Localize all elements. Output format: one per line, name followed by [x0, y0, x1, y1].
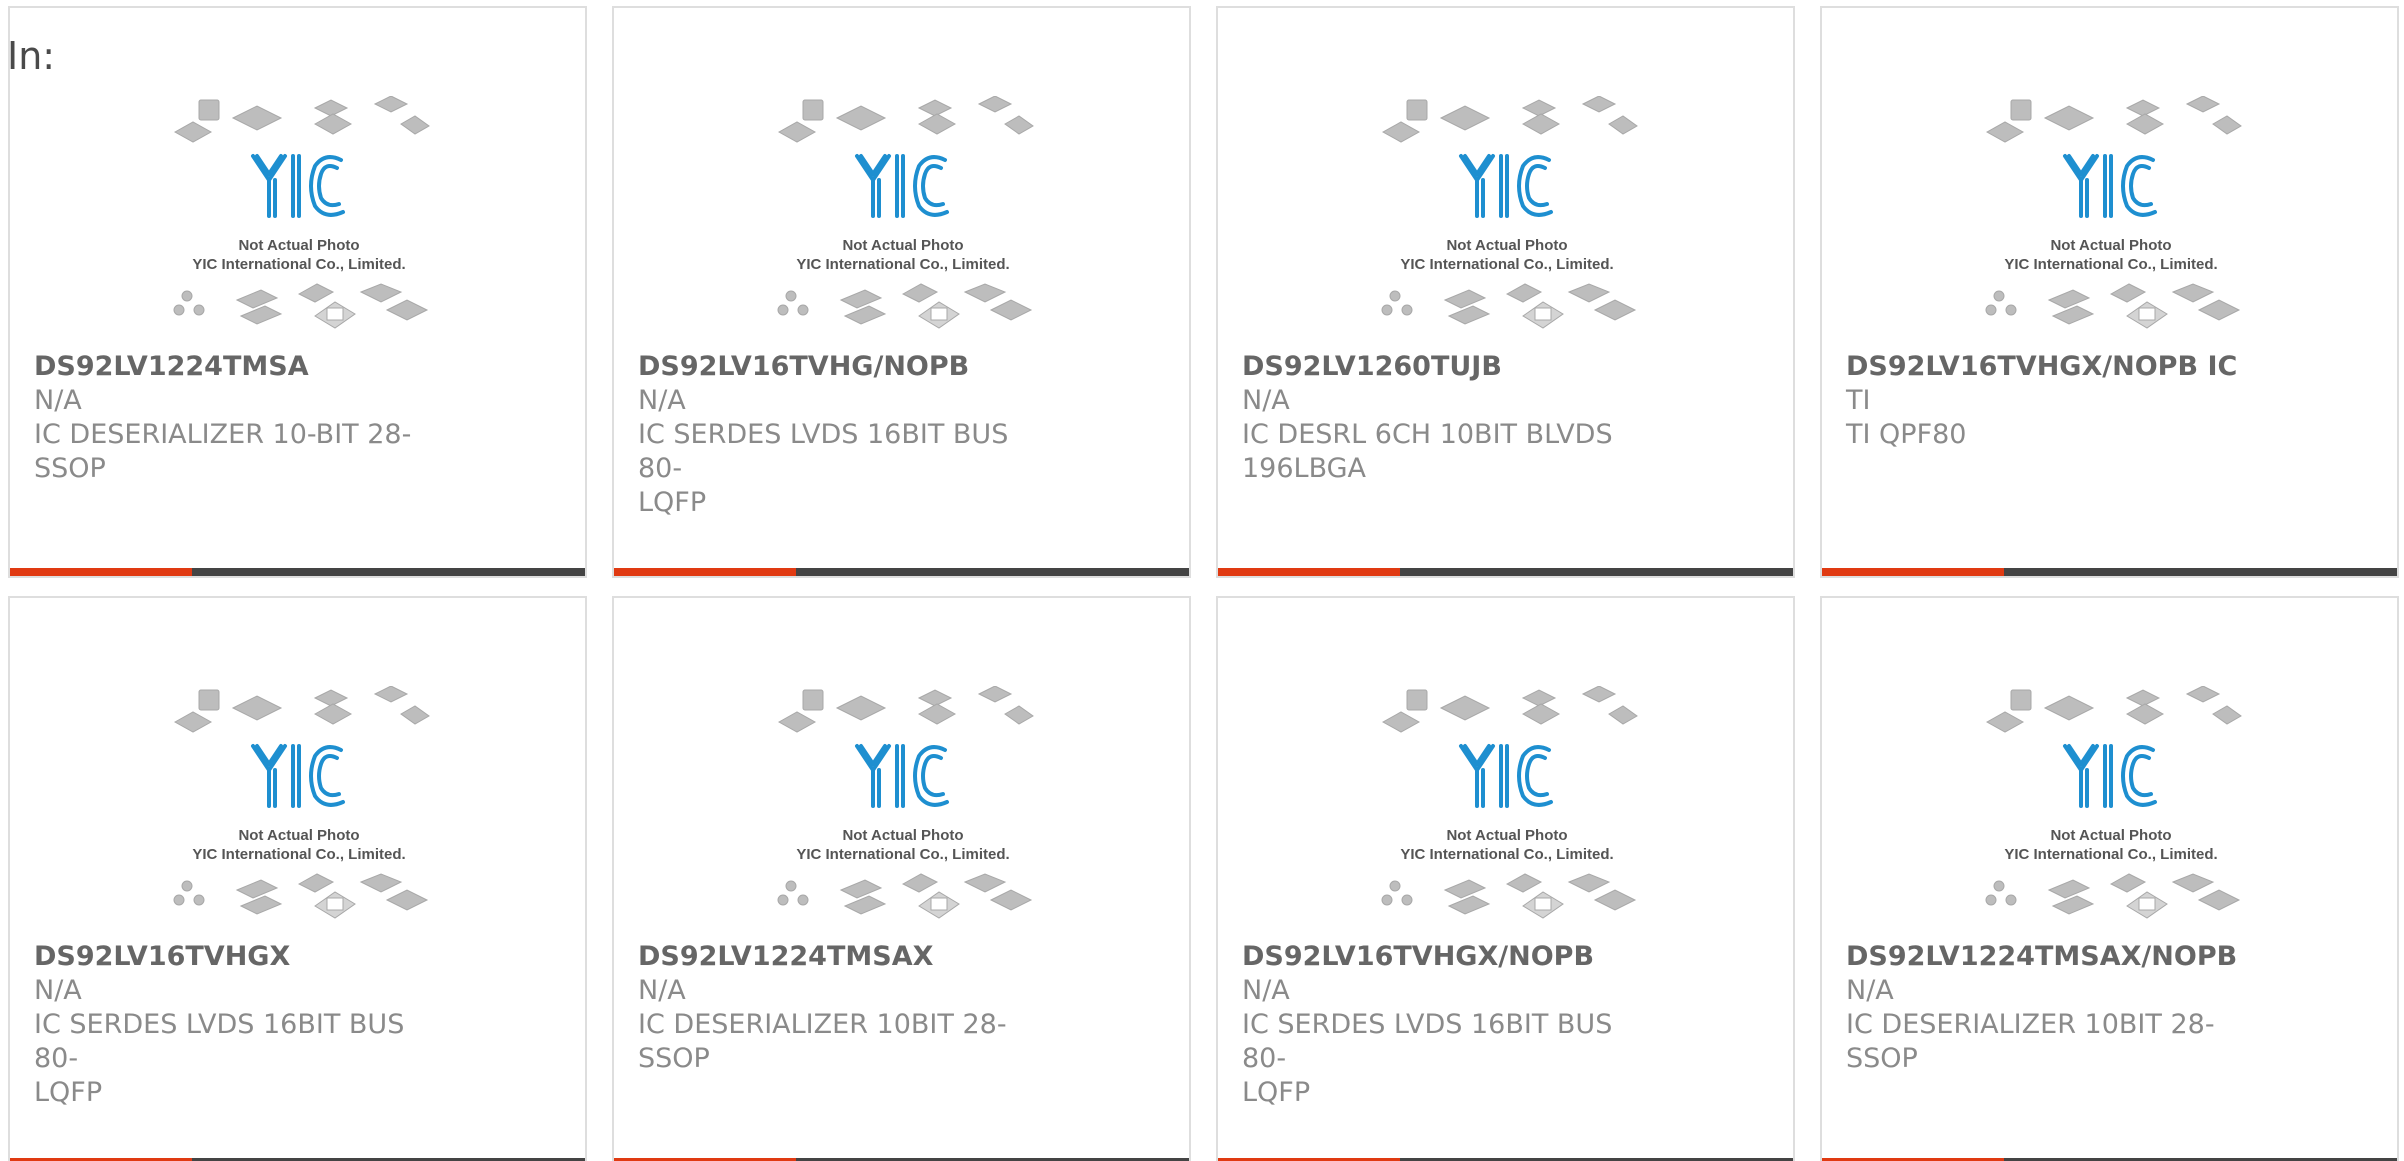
description-line: IC SERDES LVDS 16BIT BUS 80-	[638, 419, 1009, 484]
thumb-caption-2: YIC International Co., Limited.	[796, 256, 1009, 273]
product-info: DS92LV1224TMSAX N/A IC DESERIALIZER 10BI…	[638, 940, 1058, 1076]
manufacturer: N/A	[1242, 975, 1290, 1006]
part-number[interactable]: DS92LV1224TMSAX	[638, 940, 1058, 974]
not-actual-photo-thumbnail: Not Actual Photo YIC International Co., …	[777, 96, 1034, 329]
card-bottom-bar	[1822, 568, 2397, 576]
part-number[interactable]: DS92LV16TVHGX	[34, 940, 454, 974]
card-bottom-bar	[614, 568, 1189, 576]
product-info: DS92LV16TVHGX/NOPB N/A IC SERDES LVDS 16…	[1242, 940, 1662, 1110]
card-accent-bar	[614, 568, 796, 576]
product-card[interactable]: Not Actual Photo YIC International Co., …	[8, 596, 587, 1161]
description-line: IC SERDES LVDS 16BIT BUS 80-	[34, 1009, 405, 1074]
thumb-caption-2: YIC International Co., Limited.	[192, 256, 405, 273]
not-actual-photo-thumbnail: Not Actual Photo YIC International Co., …	[1985, 686, 2242, 919]
product-info: DS92LV1224TMSA N/A IC DESERIALIZER 10-BI…	[34, 350, 454, 486]
not-actual-photo-thumbnail: Not Actual Photo YIC International Co., …	[173, 686, 430, 919]
not-actual-photo-thumbnail: Not Actual Photo YIC International Co., …	[1985, 96, 2242, 329]
description-line: IC DESERIALIZER 10BIT 28-SSOP	[1846, 1009, 2215, 1074]
product-info: DS92LV1260TUJB N/A IC DESRL 6CH 10BIT BL…	[1242, 350, 1662, 486]
thumb-caption-2: YIC International Co., Limited.	[796, 846, 1009, 863]
description-line: SSOP	[34, 453, 106, 484]
product-info: DS92LV1224TMSAX/NOPB N/A IC DESERIALIZER…	[1846, 940, 2266, 1076]
product-info: DS92LV16TVHG/NOPB N/A IC SERDES LVDS 16B…	[638, 350, 1058, 520]
description-line: IC SERDES LVDS 16BIT BUS 80-	[1242, 1009, 1613, 1074]
manufacturer: N/A	[1846, 975, 1894, 1006]
description-line: 196LBGA	[1242, 453, 1367, 484]
product-card[interactable]: Not Actual Photo YIC International Co., …	[1820, 6, 2399, 578]
card-bottom-bar	[1218, 568, 1793, 576]
manufacturer: N/A	[34, 385, 82, 416]
not-actual-photo-thumbnail: Not Actual Photo YIC International Co., …	[173, 96, 430, 329]
thumb-caption-1: Not Actual Photo	[238, 237, 359, 254]
part-number[interactable]: DS92LV1224TMSAX/NOPB	[1846, 940, 2266, 974]
description-line: IC DESERIALIZER 10-BIT 28-	[34, 419, 412, 450]
in-label: In:	[7, 34, 56, 78]
manufacturer: TI	[1846, 385, 1871, 416]
description-line: LQFP	[1242, 1077, 1311, 1108]
description-line: LQFP	[34, 1077, 103, 1108]
thumb-caption-2: YIC International Co., Limited.	[2004, 846, 2217, 863]
manufacturer: N/A	[638, 975, 686, 1006]
description-line: IC DESERIALIZER 10BIT 28-SSOP	[638, 1009, 1007, 1074]
part-number[interactable]: DS92LV1260TUJB	[1242, 350, 1662, 384]
product-grid-page: In: Not Actual Photo YIC International C…	[0, 0, 2404, 1161]
product-info: DS92LV16TVHGX N/A IC SERDES LVDS 16BIT B…	[34, 940, 454, 1110]
product-card[interactable]: Not Actual Photo YIC International Co., …	[1216, 596, 1795, 1161]
product-card[interactable]: Not Actual Photo YIC International Co., …	[612, 596, 1191, 1161]
product-card[interactable]: Not Actual Photo YIC International Co., …	[8, 6, 587, 578]
card-accent-bar	[1822, 568, 2004, 576]
product-card[interactable]: Not Actual Photo YIC International Co., …	[1216, 6, 1795, 578]
product-card[interactable]: Not Actual Photo YIC International Co., …	[1820, 596, 2399, 1161]
thumb-caption-1: Not Actual Photo	[1446, 237, 1567, 254]
thumb-caption-1: Not Actual Photo	[842, 827, 963, 844]
thumb-caption-1: Not Actual Photo	[842, 237, 963, 254]
thumb-caption-1: Not Actual Photo	[1446, 827, 1567, 844]
product-grid: Not Actual Photo YIC International Co., …	[8, 6, 2399, 1161]
description-line: TI QPF80	[1846, 419, 1967, 450]
description-line: IC DESRL 6CH 10BIT BLVDS	[1242, 419, 1613, 450]
thumb-caption-1: Not Actual Photo	[238, 827, 359, 844]
part-number[interactable]: DS92LV1224TMSA	[34, 350, 454, 384]
product-card[interactable]: Not Actual Photo YIC International Co., …	[612, 6, 1191, 578]
not-actual-photo-thumbnail: Not Actual Photo YIC International Co., …	[1381, 686, 1638, 919]
product-info: DS92LV16TVHGX/NOPB IC TI TI QPF80	[1846, 350, 2266, 452]
thumb-caption-1: Not Actual Photo	[2050, 827, 2171, 844]
part-number[interactable]: DS92LV16TVHG/NOPB	[638, 350, 1058, 384]
description-line: LQFP	[638, 487, 707, 518]
part-number[interactable]: DS92LV16TVHGX/NOPB	[1242, 940, 1662, 974]
part-number[interactable]: DS92LV16TVHGX/NOPB IC	[1846, 350, 2266, 384]
thumb-caption-2: YIC International Co., Limited.	[1400, 256, 1613, 273]
manufacturer: N/A	[34, 975, 82, 1006]
card-bottom-bar	[10, 568, 585, 576]
card-accent-bar	[10, 568, 192, 576]
not-actual-photo-thumbnail: Not Actual Photo YIC International Co., …	[1381, 96, 1638, 329]
thumb-caption-2: YIC International Co., Limited.	[192, 846, 405, 863]
manufacturer: N/A	[1242, 385, 1290, 416]
thumb-caption-2: YIC International Co., Limited.	[2004, 256, 2217, 273]
not-actual-photo-thumbnail: Not Actual Photo YIC International Co., …	[777, 686, 1034, 919]
thumb-caption-1: Not Actual Photo	[2050, 237, 2171, 254]
card-accent-bar	[1218, 568, 1400, 576]
thumb-caption-2: YIC International Co., Limited.	[1400, 846, 1613, 863]
manufacturer: N/A	[638, 385, 686, 416]
